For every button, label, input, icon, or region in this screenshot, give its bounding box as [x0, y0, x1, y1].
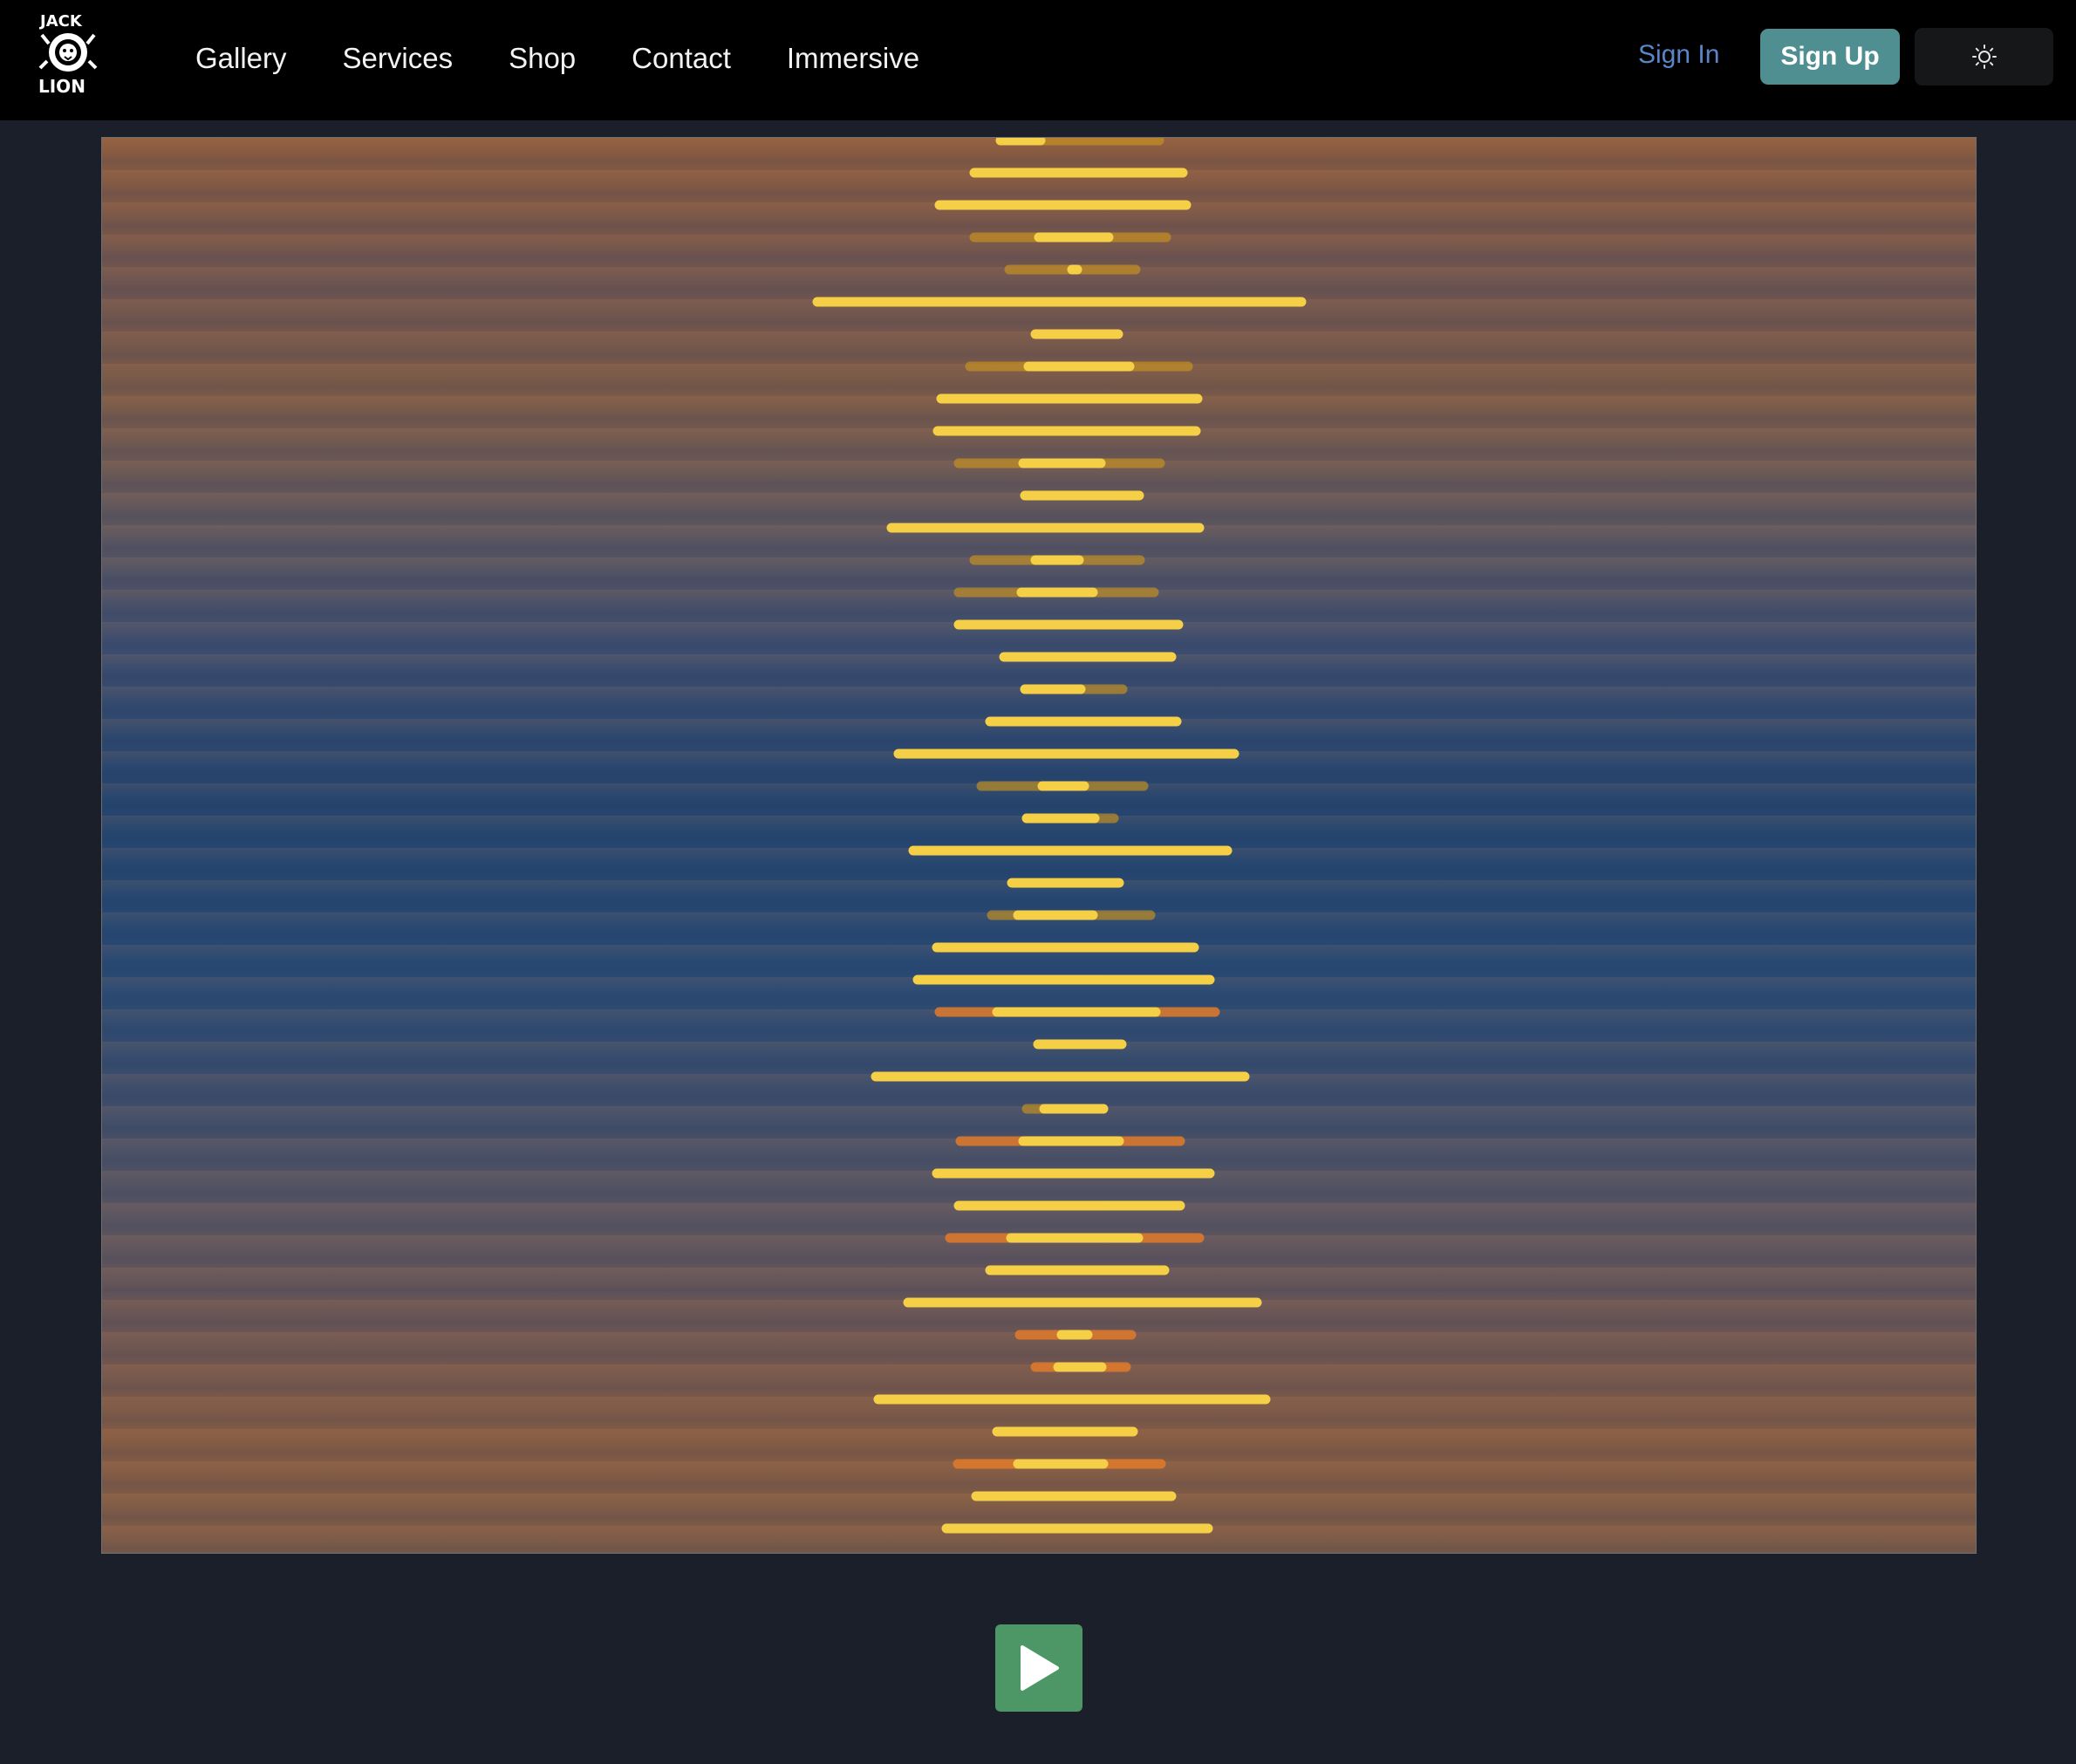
nav-immersive-link[interactable]: Immersive — [787, 42, 919, 75]
sign-up-button[interactable]: Sign Up — [1760, 29, 1900, 85]
nav-services-link[interactable]: Services — [343, 42, 454, 75]
nav-gallery-link[interactable]: Gallery — [195, 42, 287, 75]
play-button[interactable] — [995, 1624, 1082, 1712]
nav-contact-link[interactable]: Contact — [632, 42, 731, 75]
audio-visualizer-canvas[interactable] — [101, 137, 1977, 1554]
svg-text:JACK: JACK — [38, 12, 83, 31]
lion-logo-icon[interactable]: JACK LION — [33, 9, 105, 97]
top-navbar: JACK LION Gallery Services Shop Contact … — [0, 0, 2076, 120]
sun-icon — [1971, 44, 1997, 69]
visualizer-bars — [808, 138, 1311, 1538]
theme-toggle-button[interactable] — [1915, 28, 2053, 85]
main-nav: Gallery Services Shop Contact Immersive — [195, 0, 975, 117]
nav-shop-link[interactable]: Shop — [509, 42, 576, 75]
play-icon — [1021, 1645, 1059, 1691]
sign-in-link[interactable]: Sign In — [1638, 40, 1719, 70]
svg-text:LION: LION — [38, 76, 85, 96]
